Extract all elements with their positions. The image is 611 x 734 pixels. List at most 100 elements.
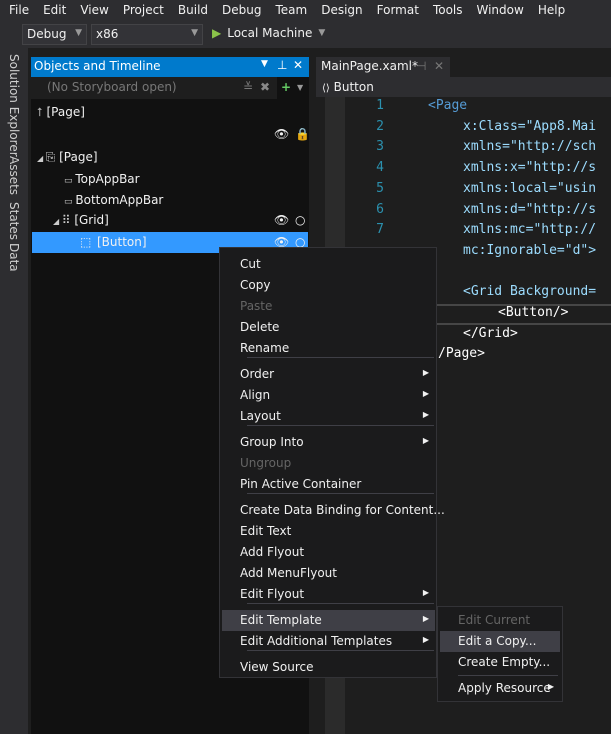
close-icon[interactable]: ✕	[434, 59, 444, 73]
menu-item-create-data-binding-for-content[interactable]: Create Data Binding for Content...	[222, 500, 445, 521]
code-line: xmlns:local="usin	[463, 180, 597, 196]
run-target-label: Local Machine	[227, 26, 313, 40]
tree-label: [Grid]	[74, 213, 109, 227]
menu-item-group-into[interactable]: Group Into ▶	[222, 432, 435, 453]
menu-item-label: Edit Template	[240, 613, 322, 627]
chevron-down-icon: ▼	[191, 28, 198, 38]
menu-item-label: Apply Resource	[458, 681, 551, 695]
submenu-item-apply-resource[interactable]: Apply Resource ▶	[440, 678, 560, 699]
menu-item-edit-template[interactable]: Edit Template ▶	[222, 610, 435, 631]
tab-assets[interactable]: Assets	[7, 156, 21, 195]
menu-separator	[247, 357, 434, 358]
menu-format[interactable]: Format	[370, 0, 426, 22]
eye-icon[interactable]: 👁	[274, 127, 289, 141]
menu-debug[interactable]: Debug	[215, 0, 268, 22]
menu-item-delete[interactable]: Delete	[222, 317, 435, 338]
chevron-down-icon[interactable]: ▼	[297, 83, 303, 92]
menu-item-label: Rename	[240, 341, 290, 355]
code-line: xmlns="http://sch	[463, 139, 597, 155]
collapse-icon[interactable]: ≚	[243, 80, 253, 94]
menu-item-label: Pin Active Container	[240, 477, 362, 491]
tab-mainpage-xaml[interactable]: MainPage.xaml* ⊣ ✕	[316, 57, 450, 77]
menu-build[interactable]: Build	[171, 0, 215, 22]
add-icon[interactable]: +	[281, 80, 291, 94]
submenu-arrow-icon: ▶	[547, 682, 554, 691]
tree-item-page[interactable]: ◢ ⎘ [Page]	[37, 150, 98, 165]
menu-item-label: Paste	[240, 299, 273, 313]
menu-item-pin-active-container[interactable]: Pin Active Container	[222, 474, 435, 495]
menu-help[interactable]: Help	[531, 0, 572, 22]
eye-icon[interactable]: 👁	[274, 213, 289, 227]
menu-item-edit-flyout[interactable]: Edit Flyout ▶	[222, 584, 435, 605]
platform-value: x86	[96, 27, 119, 41]
tree-label: TopAppBar	[75, 172, 140, 186]
lock-icon[interactable]: 🔒	[295, 127, 310, 141]
grid-icon: ⠿	[61, 213, 75, 227]
code-line: /Page>	[438, 346, 485, 362]
submenu-item-edit-current: Edit Current	[440, 610, 560, 631]
tree-item-grid[interactable]: ◢ ⠿ [Grid] 👁 ○	[53, 213, 309, 227]
menu-team[interactable]: Team	[268, 0, 314, 22]
toolbar: Debug ▼ x86 ▼ ▶ Local Machine ▼	[0, 22, 611, 48]
platform-combo[interactable]: x86 ▼	[91, 24, 203, 45]
menu-separator	[458, 675, 558, 676]
line-number: 5	[376, 180, 384, 196]
menu-item-align[interactable]: Align ▶	[222, 385, 435, 406]
menu-file[interactable]: File	[2, 0, 36, 22]
tree-label: [Button]	[97, 235, 147, 249]
code-line: xmlns:d="http://s	[463, 201, 597, 217]
run-button[interactable]: ▶ Local Machine ▼	[212, 26, 325, 40]
menu-item-label: Edit Current	[458, 613, 531, 627]
menu-edit[interactable]: Edit	[36, 0, 73, 22]
tree-item-bottomappbar[interactable]: ▭ BottomAppBar	[64, 193, 163, 207]
pin-icon[interactable]: ⊥	[277, 58, 287, 72]
menu-separator	[247, 493, 434, 494]
menu-item-add-flyout[interactable]: Add Flyout	[222, 542, 435, 563]
tree-item-topappbar[interactable]: ▭ TopAppBar	[64, 172, 140, 186]
submenu-arrow-icon: ▶	[422, 436, 429, 445]
side-tab-strip: Solution Explorer Assets States Data	[0, 48, 28, 734]
tab-data[interactable]: Data	[7, 243, 21, 272]
code-line: xmlns:mc="http://	[463, 222, 597, 238]
close-icon[interactable]: ✖	[260, 80, 270, 94]
line-number: 3	[376, 139, 384, 155]
submenu-item-edit-a-copy[interactable]: Edit a Copy...	[440, 631, 560, 652]
line-number: 2	[376, 118, 384, 134]
close-icon[interactable]: ✕	[293, 58, 303, 72]
menu-item-edit-additional-templates[interactable]: Edit Additional Templates ▶	[222, 631, 435, 652]
menu-design[interactable]: Design	[314, 0, 369, 22]
lock-toggle-icon[interactable]: ○	[295, 213, 305, 227]
scope-breadcrumb[interactable]: ⭡ [Page]	[37, 105, 85, 120]
menu-item-edit-text[interactable]: Edit Text	[222, 521, 435, 542]
line-number: 4	[376, 160, 384, 176]
menu-item-label: Ungroup	[240, 456, 292, 470]
code-line: <Grid Background=	[463, 284, 597, 300]
menu-item-label: Layout	[240, 409, 281, 423]
menu-item-add-menuflyout[interactable]: Add MenuFlyout	[222, 563, 435, 584]
current-line-highlight	[434, 304, 611, 325]
tab-states[interactable]: States	[7, 202, 21, 240]
button-icon: ⬚	[80, 235, 92, 249]
menu-item-order[interactable]: Order ▶	[222, 364, 435, 385]
menu-view[interactable]: View	[73, 0, 115, 22]
menu-item-label: Edit Flyout	[240, 587, 305, 601]
menu-item-view-source[interactable]: View Source	[222, 657, 435, 678]
menu-tools[interactable]: Tools	[426, 0, 470, 22]
line-number: 7	[376, 222, 384, 238]
menu-item-rename[interactable]: Rename	[222, 338, 435, 359]
navigation-bar[interactable]: ⟨⟩ Button	[316, 79, 611, 97]
menu-window[interactable]: Window	[470, 0, 531, 22]
tab-solution-explorer[interactable]: Solution Explorer	[7, 54, 21, 157]
menu-item-copy[interactable]: Copy	[222, 275, 435, 296]
config-value: Debug	[27, 27, 67, 41]
menu-item-label: Add MenuFlyout	[240, 566, 337, 580]
storyboard-combo[interactable]: (No Storyboard open) ≚ ✖	[31, 77, 277, 99]
config-combo[interactable]: Debug ▼	[22, 24, 87, 45]
submenu-item-create-empty[interactable]: Create Empty...	[440, 652, 560, 673]
menu-item-cut[interactable]: Cut	[222, 254, 435, 275]
pin-icon[interactable]: ⊣	[416, 59, 426, 73]
menu-item-layout[interactable]: Layout ▶	[222, 406, 435, 427]
chevron-down-icon: ▼	[318, 28, 326, 38]
dropdown-icon[interactable]: ▼	[261, 59, 268, 69]
menu-project[interactable]: Project	[116, 0, 171, 22]
